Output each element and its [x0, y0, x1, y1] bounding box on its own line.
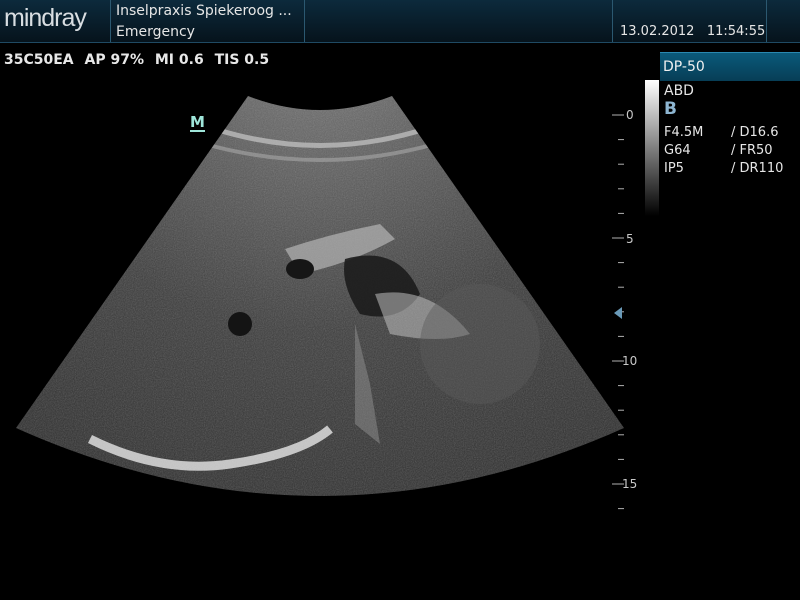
- exam-preset[interactable]: Emergency: [116, 24, 195, 40]
- mindray-logo: mindray: [4, 4, 87, 32]
- orientation-marker: M: [190, 113, 205, 132]
- exam-label: ABD: [664, 83, 694, 99]
- param-dynamic-range: / DR110: [731, 161, 784, 176]
- divider: [110, 0, 111, 42]
- clinic-name[interactable]: Inselpraxis Spiekeroog ...: [116, 3, 292, 19]
- mode-label: B: [664, 99, 677, 119]
- ultrasound-image[interactable]: [0, 44, 660, 600]
- param-depth: / D16.6: [731, 125, 779, 140]
- probe-mode-header[interactable]: DP-50: [660, 52, 800, 81]
- param-frame-rate: / FR50: [731, 143, 773, 158]
- depth-label-0: 0: [626, 108, 634, 122]
- depth-label-15: 15: [622, 477, 638, 491]
- time: 11:54:55: [706, 24, 766, 39]
- focus-marker-icon[interactable]: [613, 306, 623, 320]
- divider: [304, 0, 305, 42]
- date: 13.02.2012: [620, 24, 695, 39]
- depth-label-5: 5: [626, 232, 634, 246]
- grayscale-bar: [645, 80, 659, 216]
- param-frequency: F4.5M: [664, 125, 704, 140]
- title-bar: mindray Inselpraxis Spiekeroog ... Emerg…: [0, 0, 800, 43]
- param-image-process: IP5: [664, 161, 684, 176]
- depth-label-10: 10: [622, 354, 638, 368]
- param-gain: G64: [664, 143, 691, 158]
- divider: [612, 0, 613, 42]
- side-panel: DP-50: [660, 52, 800, 81]
- divider: [766, 0, 767, 42]
- date-time: 13.02.2012 11:54:55: [620, 24, 765, 39]
